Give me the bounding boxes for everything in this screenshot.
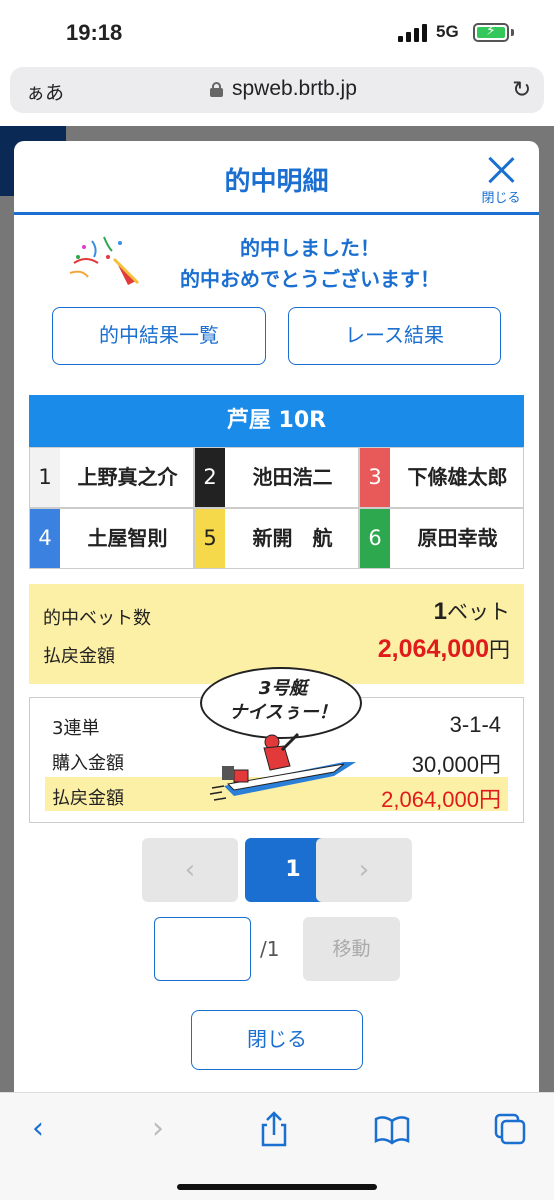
congrats-line-2: 的中おめでとうございます！ — [180, 267, 440, 291]
detail-payout-value: 2,064,000円 — [381, 787, 501, 812]
bet-type-label: 3連単 — [52, 718, 100, 739]
purchase-label: 購入金額 — [52, 753, 124, 774]
detail-payout-label: 払戻金額 — [52, 788, 124, 809]
status-bar: 19:18 5G ⚡ — [0, 0, 554, 62]
modal-header: 的中明細 閉じる — [14, 141, 539, 215]
payout-label: 払戻金額 — [43, 646, 115, 667]
network-label: 5G — [436, 22, 459, 41]
hit-list-button[interactable]: 的中結果一覧 — [52, 307, 266, 365]
congrats-line-1: 的中しました！ — [240, 236, 380, 260]
share-icon[interactable] — [254, 1109, 294, 1149]
bubble-line-1: 3号艇 — [258, 678, 308, 699]
payout-amount: 2,064,000 — [377, 635, 489, 663]
payout-value: 2,064,000円 — [378, 634, 510, 664]
pager-next-button[interactable]: › — [316, 838, 412, 902]
racer-cell: 5 新開 航 — [194, 508, 359, 569]
modal-title: 的中明細 — [224, 167, 329, 197]
racer-cell: 4 土屋智則 — [29, 508, 194, 569]
racer-cell: 1 上野真之介 — [29, 447, 194, 508]
close-button[interactable]: 閉じる — [191, 1010, 363, 1070]
bet-count-label: 的中ベット数 — [43, 608, 151, 629]
purchase-value: 30,000円 — [411, 752, 501, 777]
reader-options-button[interactable]: ぁあ — [26, 78, 64, 105]
racer-number: 3 — [360, 448, 390, 507]
bet-count-unit: ベット — [447, 600, 510, 624]
racer-name: 下條雄太郎 — [407, 465, 508, 489]
racer-cell: 2 池田浩二 — [194, 447, 359, 508]
url-text[interactable]: spweb.brtb.jp — [232, 77, 357, 101]
racer-name: 原田幸哉 — [417, 526, 498, 550]
back-icon[interactable]: ‹ — [18, 1109, 58, 1149]
signal-icon — [398, 24, 428, 42]
go-page-button[interactable]: 移動 — [303, 917, 400, 981]
bet-count-value: 1ベット — [434, 596, 510, 626]
payout-unit: 円 — [489, 638, 510, 662]
racer-cell: 6 原田幸哉 — [359, 508, 524, 569]
battery-cap — [511, 29, 514, 36]
race-title: 芦屋 10R — [29, 395, 524, 447]
bubble-line-2: ナイスぅー！ — [229, 702, 337, 723]
boat-racer-illustration — [209, 732, 356, 801]
home-indicator — [177, 1184, 377, 1190]
racer-name: 新開 航 — [252, 526, 333, 550]
close-label[interactable]: 閉じる — [476, 187, 526, 206]
race-result-button[interactable]: レース結果 — [288, 307, 501, 365]
racer-name: 上野真之介 — [77, 465, 178, 489]
racer-number: 6 — [360, 509, 390, 568]
racer-name: 土屋智則 — [87, 526, 168, 550]
racer-cell: 3 下條雄太郎 — [359, 447, 524, 508]
hit-detail-modal: 的中明細 閉じる 的中しました！ 的中おめでとうございます！ 的中結果一覧 レー… — [14, 141, 539, 1092]
congrats-text: 的中しました！ 的中おめでとうございます！ — [150, 233, 470, 295]
lock-icon — [210, 82, 223, 97]
battery-icon: ⚡ — [473, 23, 509, 42]
address-bar[interactable]: ぁあ spweb.brtb.jp ↻ — [10, 67, 544, 113]
tabs-icon[interactable] — [490, 1109, 530, 1149]
page-number-input[interactable] — [154, 917, 251, 981]
bookmarks-icon[interactable] — [372, 1109, 412, 1149]
bet-count-number: 1 — [433, 598, 447, 625]
pager-prev-button[interactable]: ‹ — [142, 838, 238, 902]
page-total: /1 — [260, 937, 280, 961]
racer-number: 4 — [30, 509, 60, 568]
racer-number: 1 — [30, 448, 60, 507]
racer-name: 池田浩二 — [252, 465, 333, 489]
forward-icon[interactable]: › — [138, 1109, 178, 1149]
racer-number: 5 — [195, 509, 225, 568]
status-time: 19:18 — [66, 20, 123, 45]
close-icon[interactable] — [484, 153, 518, 187]
speech-bubble-text: 3号艇 ナイスぅー！ — [202, 677, 364, 725]
reload-icon[interactable]: ↻ — [512, 77, 531, 103]
racer-number: 2 — [195, 448, 225, 507]
party-popper-icon — [69, 236, 140, 285]
bet-combination: 3-1-4 — [449, 712, 501, 737]
